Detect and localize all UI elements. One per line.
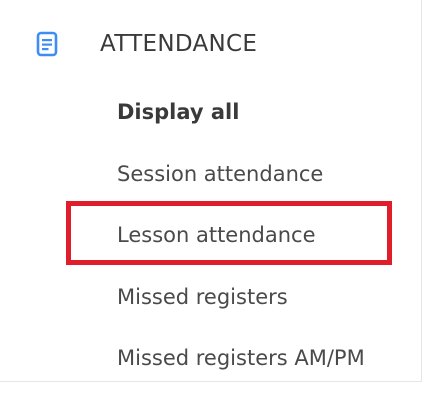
menu-item-missed-registers-am-pm[interactable]: Missed registers AM/PM (117, 345, 365, 371)
document-icon (34, 24, 60, 64)
menu-item-display-all[interactable]: Display all (117, 99, 239, 125)
menu-item-missed-registers[interactable]: Missed registers (117, 284, 288, 310)
menu-item-session-attendance[interactable]: Session attendance (117, 161, 323, 187)
attendance-section-header[interactable]: ATTENDANCE (34, 22, 257, 66)
section-title: ATTENDANCE (100, 31, 258, 57)
attendance-menu-panel: ATTENDANCE Display all Session attendanc… (0, 0, 422, 382)
highlight-box (66, 201, 392, 265)
